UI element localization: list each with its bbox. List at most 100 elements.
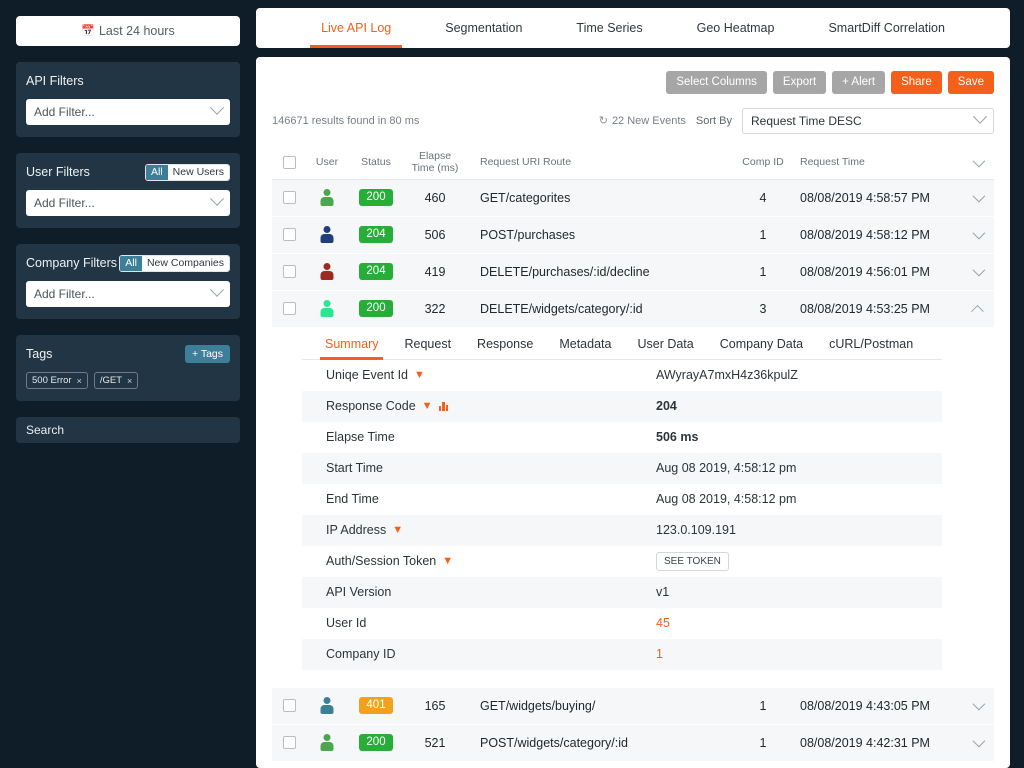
row-status-cell: 204 xyxy=(348,226,404,243)
detail-row-uniqe-event-id: Uniqe Event Id ▼ AWyrayA7mxH4z36kpulZ xyxy=(302,360,942,391)
row-route: DELETE/purchases/:id/decline xyxy=(466,265,726,279)
detail-value-link[interactable]: 1 xyxy=(656,647,942,661)
chevron-down-icon[interactable] xyxy=(972,227,985,240)
bar-chart-icon[interactable] xyxy=(439,401,449,411)
row-elapse: 322 xyxy=(404,302,466,316)
chevron-down-icon xyxy=(210,192,224,206)
user-avatar-icon xyxy=(321,300,334,317)
detail-tab-company-data[interactable]: Company Data xyxy=(707,328,816,359)
chevron-down-icon xyxy=(210,101,224,115)
row-checkbox-cell xyxy=(272,228,306,241)
close-icon[interactable]: × xyxy=(127,376,132,386)
detail-tab-user-data[interactable]: User Data xyxy=(624,328,706,359)
close-icon[interactable]: × xyxy=(77,376,82,386)
table-row[interactable]: 200 322 DELETE/widgets/category/:id 3 08… xyxy=(272,291,994,328)
detail-label: Elapse Time xyxy=(326,430,656,444)
detail-tab-response[interactable]: Response xyxy=(464,328,546,359)
chevron-down-icon[interactable] xyxy=(972,735,985,748)
chevron-up-icon[interactable] xyxy=(971,305,984,318)
tab-live-api-log[interactable]: Live API Log xyxy=(294,8,418,48)
tag-chip[interactable]: /GET × xyxy=(94,372,138,389)
tags-header: Tags + Tags xyxy=(26,345,230,363)
chevron-down-icon[interactable] xyxy=(972,698,985,711)
user-filters-select[interactable]: Add Filter... xyxy=(26,190,230,216)
detail-label-text: Auth/Session Token xyxy=(326,554,436,568)
detail-tab-summary[interactable]: Summary xyxy=(312,328,391,359)
filter-funnel-icon[interactable]: ▼ xyxy=(422,401,433,412)
add-tags-button[interactable]: + Tags xyxy=(185,345,230,363)
detail-label-text: API Version xyxy=(326,585,391,599)
api-filters-select[interactable]: Add Filter... xyxy=(26,99,230,125)
detail-value-link[interactable]: 45 xyxy=(656,616,942,630)
row-elapse: 460 xyxy=(404,191,466,205)
row-checkbox[interactable] xyxy=(283,228,296,241)
filter-funnel-icon[interactable]: ▼ xyxy=(392,525,403,536)
api-filters-title: API Filters xyxy=(26,74,84,88)
table-row[interactable]: 200 521 POST/widgets/category/:id 1 08/0… xyxy=(272,725,994,762)
table-row[interactable]: 401 165 GET/widgets/buying/ 1 08/08/2019… xyxy=(272,688,994,725)
detail-row-api-version: API Version v1 xyxy=(302,577,942,608)
share-button[interactable]: Share xyxy=(891,71,942,94)
new-events-label: 22 New Events xyxy=(612,115,686,127)
detail-tab-metadata[interactable]: Metadata xyxy=(546,328,624,359)
select-all-checkbox[interactable] xyxy=(283,156,296,169)
search-input[interactable]: Search xyxy=(16,417,240,443)
filter-funnel-icon[interactable]: ▼ xyxy=(442,556,453,567)
status-badge: 200 xyxy=(359,734,393,751)
row-route: POST/widgets/category/:id xyxy=(466,736,726,750)
save-button[interactable]: Save xyxy=(948,71,994,94)
tab-smartdiff-correlation[interactable]: SmartDiff Correlation xyxy=(801,8,971,48)
tag-chip[interactable]: 500 Error × xyxy=(26,372,88,389)
detail-tab-request[interactable]: Request xyxy=(391,328,464,359)
table-row[interactable]: 204 419 DELETE/purchases/:id/decline 1 0… xyxy=(272,254,994,291)
export-button[interactable]: Export xyxy=(773,71,826,94)
tag-chip-label: 500 Error xyxy=(32,375,72,386)
chevron-down-icon[interactable] xyxy=(972,264,985,277)
row-checkbox[interactable] xyxy=(283,302,296,315)
row-checkbox-cell xyxy=(272,736,306,749)
toolbar-actions: Select Columns Export + Alert Share Save xyxy=(272,71,994,94)
company-filters-title: Company Filters xyxy=(26,256,117,270)
new-events-refresh[interactable]: ↻ 22 New Events xyxy=(599,114,686,127)
chevron-down-icon[interactable] xyxy=(972,190,985,203)
header-user: User xyxy=(306,156,348,168)
company-filter-new-companies[interactable]: New Companies xyxy=(142,256,229,271)
sort-by-select[interactable]: Request Time DESC xyxy=(742,108,994,134)
status-badge: 204 xyxy=(359,226,393,243)
see-token-button[interactable]: SEE TOKEN xyxy=(656,552,729,571)
company-filter-all[interactable]: All xyxy=(120,256,142,271)
user-filter-all[interactable]: All xyxy=(146,165,168,180)
detail-label: Company ID xyxy=(326,647,656,661)
table-row[interactable]: 204 506 POST/purchases 1 08/08/2019 4:58… xyxy=(272,217,994,254)
detail-row-response-code: Response Code ▼ 204 xyxy=(302,391,942,422)
row-expand-cell xyxy=(960,738,994,747)
table-row[interactable]: 200 460 GET/categorites 4 08/08/2019 4:5… xyxy=(272,180,994,217)
select-columns-button[interactable]: Select Columns xyxy=(666,71,767,94)
main-content: Live API Log Segmentation Time Series Ge… xyxy=(256,0,1024,768)
user-filters-title: User Filters xyxy=(26,165,90,179)
user-filter-new-users[interactable]: New Users xyxy=(168,165,229,180)
row-comp-id: 3 xyxy=(726,302,800,316)
tab-segmentation[interactable]: Segmentation xyxy=(418,8,549,48)
tab-geo-heatmap[interactable]: Geo Heatmap xyxy=(670,8,802,48)
company-filters-segmented: All New Companies xyxy=(119,255,230,272)
row-user-cell xyxy=(306,189,348,206)
row-expand-cell xyxy=(960,230,994,239)
tab-time-series[interactable]: Time Series xyxy=(549,8,669,48)
detail-value: v1 xyxy=(656,585,942,599)
filter-funnel-icon[interactable]: ▼ xyxy=(414,370,425,381)
chevron-down-icon[interactable] xyxy=(972,154,985,167)
detail-tab-curl-postman[interactable]: cURL/Postman xyxy=(816,328,926,359)
row-checkbox[interactable] xyxy=(283,736,296,749)
status-badge: 401 xyxy=(359,697,393,714)
date-range-button[interactable]: 📅 Last 24 hours xyxy=(16,16,240,46)
detail-label-text: User Id xyxy=(326,616,366,630)
tags-title: Tags xyxy=(26,347,52,361)
main-tabs: Live API Log Segmentation Time Series Ge… xyxy=(256,8,1010,48)
company-filters-select[interactable]: Add Filter... xyxy=(26,281,230,307)
row-checkbox[interactable] xyxy=(283,699,296,712)
add-alert-button[interactable]: + Alert xyxy=(832,71,885,94)
row-route: GET/widgets/buying/ xyxy=(466,699,726,713)
row-checkbox[interactable] xyxy=(283,191,296,204)
row-checkbox[interactable] xyxy=(283,265,296,278)
